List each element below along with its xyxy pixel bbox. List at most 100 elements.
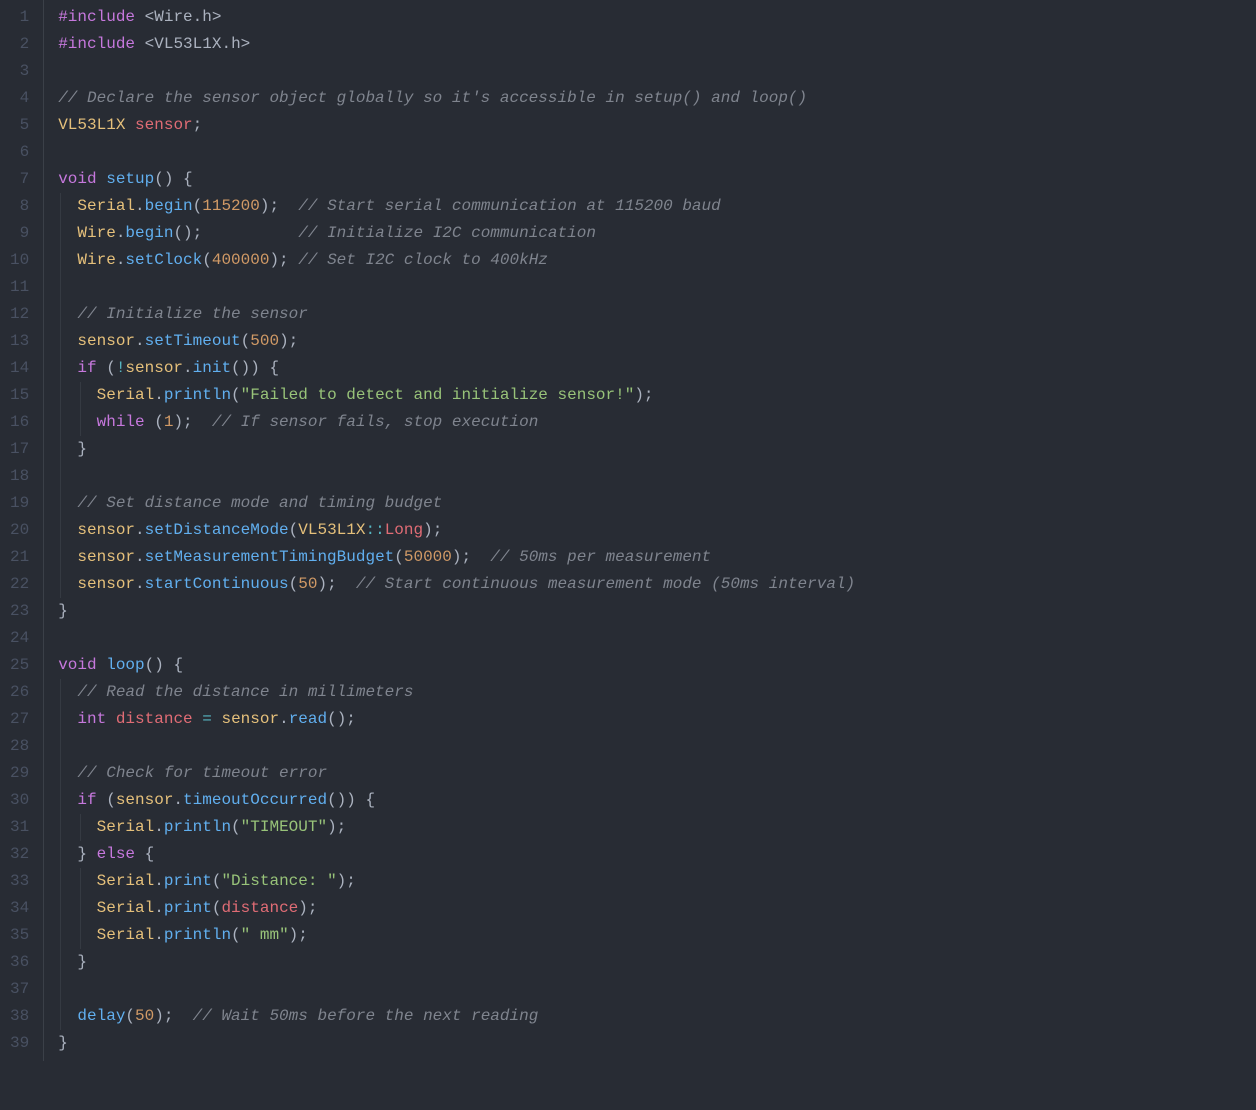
indent-guide (60, 760, 61, 787)
code-line[interactable]: } (58, 1030, 1256, 1057)
code-line[interactable]: // Declare the sensor object globally so… (58, 85, 1256, 112)
code-line[interactable]: // Check for timeout error (58, 760, 1256, 787)
code-line[interactable]: VL53L1X sensor; (58, 112, 1256, 139)
indent-guide (60, 220, 61, 247)
code-editor[interactable]: 1234567891011121314151617181920212223242… (0, 0, 1256, 1061)
token-punct: ); (634, 386, 653, 404)
code-line[interactable]: while (1); // If sensor fails, stop exec… (58, 409, 1256, 436)
token-type: sensor (116, 791, 174, 809)
token-str: "Failed to detect and initialize sensor!… (241, 386, 635, 404)
code-line[interactable]: // Set distance mode and timing budget (58, 490, 1256, 517)
code-line[interactable]: Serial.begin(115200); // Start serial co… (58, 193, 1256, 220)
token-punct: ( (289, 575, 299, 593)
code-line[interactable]: Serial.println("TIMEOUT"); (58, 814, 1256, 841)
code-line[interactable]: void setup() { (58, 166, 1256, 193)
token-str: " mm" (241, 926, 289, 944)
code-line[interactable]: Serial.println(" mm"); (58, 922, 1256, 949)
token-name: loop (106, 656, 144, 674)
token-punct: . (135, 332, 145, 350)
code-line[interactable]: Wire.setClock(400000); // Set I2C clock … (58, 247, 1256, 274)
code-line[interactable]: // Initialize the sensor (58, 301, 1256, 328)
token-type: sensor (77, 521, 135, 539)
code-line[interactable] (58, 58, 1256, 85)
indent-guide (60, 328, 61, 355)
token-punct: ); (337, 872, 356, 890)
code-line[interactable]: } (58, 436, 1256, 463)
code-line[interactable]: Wire.begin(); // Initialize I2C communic… (58, 220, 1256, 247)
code-line[interactable]: } else { (58, 841, 1256, 868)
token-punct: ; (193, 116, 203, 134)
code-line[interactable]: if (!sensor.init()) { (58, 355, 1256, 382)
token-ws (58, 814, 96, 841)
token-punct: } (58, 602, 68, 620)
token-type: Serial (97, 926, 155, 944)
token-punct (337, 575, 356, 593)
code-line[interactable] (58, 976, 1256, 1003)
code-line[interactable] (58, 733, 1256, 760)
code-line[interactable]: if (sensor.timeoutOccurred()) { (58, 787, 1256, 814)
indent-guide (60, 706, 61, 733)
indent-guide (60, 301, 61, 328)
token-punct: ); (173, 413, 192, 431)
code-line[interactable]: sensor.setDistanceMode(VL53L1X::Long); (58, 517, 1256, 544)
code-line[interactable]: // Read the distance in millimeters (58, 679, 1256, 706)
code-line[interactable]: #include <VL53L1X.h> (58, 31, 1256, 58)
token-keyword: else (97, 845, 135, 863)
line-number: 32 (10, 841, 29, 868)
code-line[interactable] (58, 274, 1256, 301)
token-punct: . (135, 197, 145, 215)
line-number: 23 (10, 598, 29, 625)
token-punct: () (154, 170, 173, 188)
code-line[interactable] (58, 139, 1256, 166)
token-header: h (202, 8, 212, 26)
token-type: VL53L1X (298, 521, 365, 539)
token-func: delay (77, 1007, 125, 1025)
token-punct (173, 1007, 192, 1025)
token-punct: ( (241, 332, 251, 350)
token-punct: . (116, 224, 126, 242)
token-punct: } (77, 845, 87, 863)
code-line[interactable]: sensor.setTimeout(500); (58, 328, 1256, 355)
indent-guide (60, 436, 61, 463)
code-line[interactable]: Serial.print(distance); (58, 895, 1256, 922)
token-punct (97, 170, 107, 188)
token-func: init (193, 359, 231, 377)
indent-guide (60, 841, 61, 868)
code-line[interactable] (58, 625, 1256, 652)
token-num: 50 (298, 575, 317, 593)
line-number: 27 (10, 706, 29, 733)
indent-guide (60, 976, 61, 1003)
code-line[interactable]: int distance = sensor.read(); (58, 706, 1256, 733)
code-line[interactable]: } (58, 949, 1256, 976)
code-line[interactable]: } (58, 598, 1256, 625)
line-number: 12 (10, 301, 29, 328)
code-line[interactable] (58, 463, 1256, 490)
code-area[interactable]: #include <Wire.h>#include <VL53L1X.h> // … (44, 0, 1256, 1061)
code-line[interactable]: #include <Wire.h> (58, 4, 1256, 31)
code-line[interactable]: Serial.print("Distance: "); (58, 868, 1256, 895)
code-line[interactable]: void loop() { (58, 652, 1256, 679)
token-header: VL53L1X (154, 35, 221, 53)
token-punct: . (154, 872, 164, 890)
token-punct: . (183, 359, 193, 377)
indent-guide (80, 382, 81, 409)
indent-guide (80, 409, 81, 436)
token-type: sensor (77, 575, 135, 593)
token-type: sensor (125, 359, 183, 377)
token-punct (202, 224, 298, 242)
token-punct (135, 845, 145, 863)
code-line[interactable]: sensor.setMeasurementTimingBudget(50000)… (58, 544, 1256, 571)
token-func: setTimeout (145, 332, 241, 350)
token-punct: . (135, 548, 145, 566)
code-line[interactable]: sensor.startContinuous(50); // Start con… (58, 571, 1256, 598)
line-number: 17 (10, 436, 29, 463)
line-number: 38 (10, 1003, 29, 1030)
token-keyword: void (58, 656, 96, 674)
token-punct: ()) (327, 791, 365, 809)
code-line[interactable]: delay(50); // Wait 50ms before the next … (58, 1003, 1256, 1030)
token-comment: // Set distance mode and timing budget (77, 494, 442, 512)
code-line[interactable]: Serial.println("Failed to detect and ini… (58, 382, 1256, 409)
line-number: 34 (10, 895, 29, 922)
token-comment: // Wait 50ms before the next reading (193, 1007, 539, 1025)
token-punct (87, 845, 97, 863)
